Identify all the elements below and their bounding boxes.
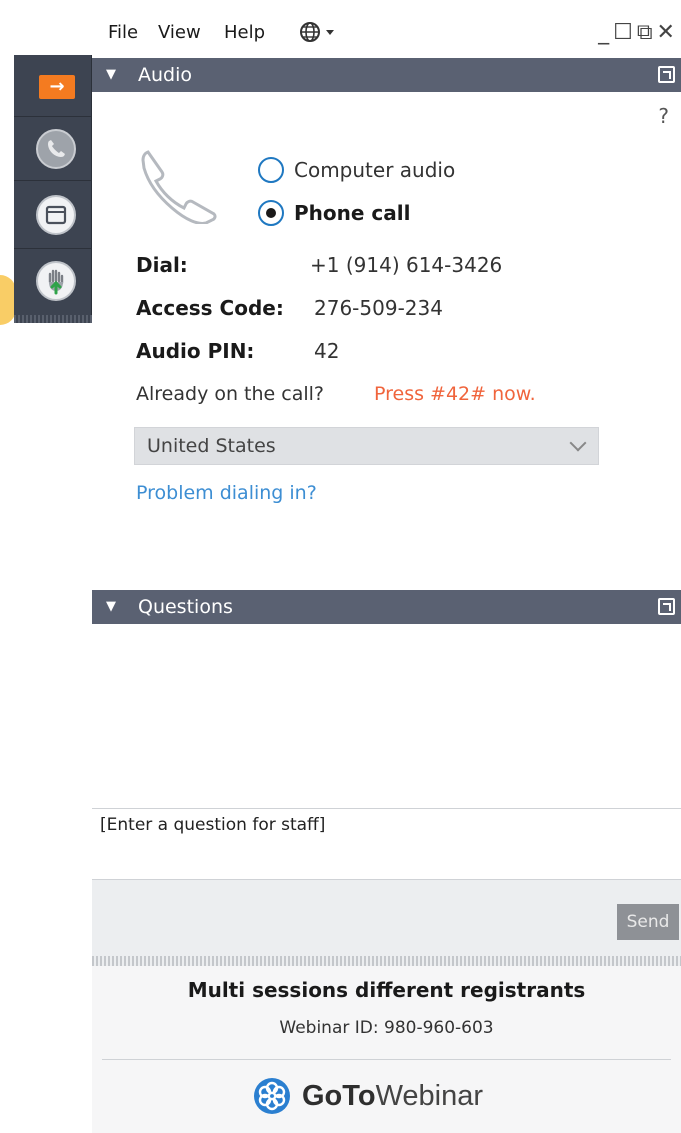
collapse-triangle-icon[interactable]: ▼ bbox=[106, 58, 116, 92]
chevron-down-icon bbox=[569, 434, 587, 452]
arrow-right-icon: → bbox=[39, 75, 75, 99]
country-select[interactable]: United States bbox=[134, 427, 599, 465]
audio-panel-title: Audio bbox=[138, 64, 193, 86]
left-toolbar: → bbox=[14, 55, 92, 323]
session-title: Multi sessions different registrants bbox=[187, 978, 586, 1002]
send-button[interactable]: Send bbox=[617, 904, 679, 940]
questions-panel-header[interactable]: ▼ Questions bbox=[92, 590, 681, 624]
access-code-label: Access Code: bbox=[136, 296, 284, 320]
popout-icon[interactable] bbox=[658, 66, 675, 83]
raise-hand-icon bbox=[36, 261, 76, 301]
webinar-id: Webinar ID: 980-960-603 bbox=[279, 1018, 494, 1038]
toolbar-audio-button[interactable] bbox=[14, 117, 92, 181]
menu-file[interactable]: File bbox=[108, 22, 138, 43]
computer-audio-option[interactable]: Computer audio bbox=[258, 155, 455, 185]
country-select-value: United States bbox=[147, 435, 276, 457]
phone-call-option[interactable]: Phone call bbox=[258, 198, 410, 228]
toolbar-collapse-button[interactable]: → bbox=[14, 55, 92, 117]
problem-dialing-link[interactable]: Problem dialing in? bbox=[136, 482, 317, 504]
menu-bar: File View Help _☐⧉✕ bbox=[92, 0, 681, 60]
window-controls[interactable]: _☐⧉✕ bbox=[598, 20, 679, 45]
send-bar: Send bbox=[92, 880, 681, 956]
already-on-call-text: Already on the call? bbox=[136, 383, 325, 405]
dial-value: +1 (914) 614-3426 bbox=[310, 253, 503, 277]
popout-icon[interactable] bbox=[658, 598, 675, 615]
audio-panel-header[interactable]: ▼ Audio bbox=[92, 58, 681, 92]
gotowebinar-logo: GoTo Webinar bbox=[252, 1076, 483, 1116]
phone-call-radio[interactable] bbox=[258, 200, 284, 226]
press-pin-text: Press #42# now. bbox=[374, 383, 536, 405]
questions-panel-title: Questions bbox=[138, 596, 233, 618]
toolbar-raise-hand-button[interactable] bbox=[14, 249, 92, 323]
menu-view[interactable]: View bbox=[158, 22, 201, 43]
computer-audio-radio[interactable] bbox=[258, 157, 284, 183]
language-menu[interactable] bbox=[298, 20, 340, 49]
help-icon[interactable]: ? bbox=[658, 104, 669, 128]
footer-divider bbox=[102, 1059, 671, 1060]
menu-help[interactable]: Help bbox=[224, 22, 265, 43]
brand-goto: GoTo bbox=[302, 1079, 376, 1112]
screen-icon bbox=[36, 195, 76, 235]
toolbar-grip[interactable] bbox=[14, 315, 92, 323]
webinar-window: File View Help _☐⧉✕ ▼ Audio ? Computer a… bbox=[92, 0, 681, 1133]
session-footer: Multi sessions different registrants Web… bbox=[92, 966, 681, 1133]
questions-log bbox=[92, 625, 681, 808]
phone-icon bbox=[36, 129, 76, 169]
collapse-triangle-icon[interactable]: ▼ bbox=[106, 590, 116, 624]
phone-handset-icon bbox=[141, 150, 217, 224]
toolbar-screen-button[interactable] bbox=[14, 181, 92, 249]
question-input[interactable]: [Enter a question for staff] bbox=[92, 808, 681, 880]
computer-audio-label: Computer audio bbox=[294, 158, 456, 182]
audio-pin-value: 42 bbox=[314, 339, 340, 363]
globe-icon bbox=[300, 22, 334, 42]
dial-label: Dial: bbox=[136, 253, 188, 277]
brand-webinar: Webinar bbox=[375, 1079, 484, 1112]
gotowebinar-flower-icon bbox=[254, 1078, 290, 1114]
access-code-value: 276-509-234 bbox=[314, 296, 443, 320]
audio-pin-label: Audio PIN: bbox=[136, 339, 255, 363]
phone-call-label: Phone call bbox=[294, 201, 411, 225]
resize-divider[interactable] bbox=[92, 956, 681, 966]
